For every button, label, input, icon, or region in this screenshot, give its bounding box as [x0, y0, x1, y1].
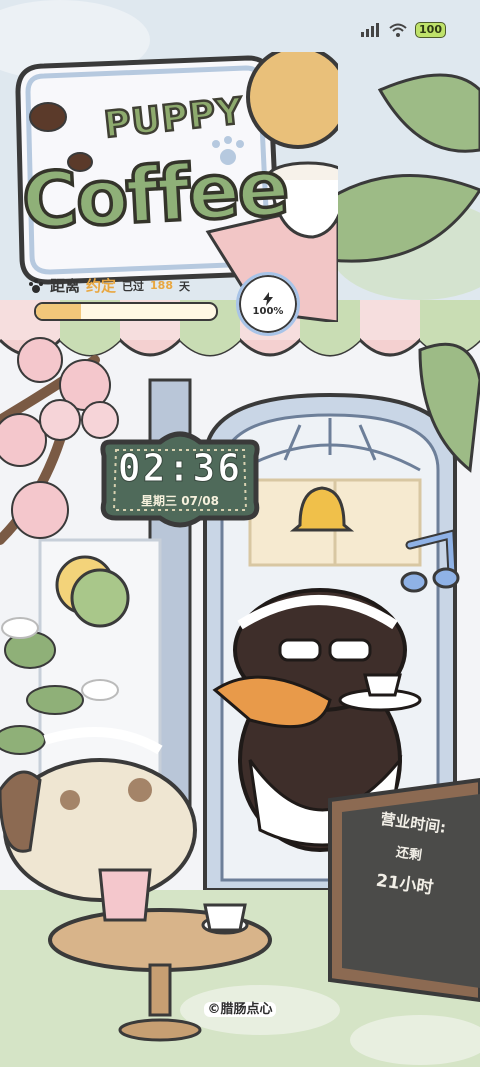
countdown-progress-fill: [36, 304, 81, 319]
battery-widget[interactable]: 100%: [236, 272, 300, 336]
status-bar: 100: [361, 22, 446, 38]
lock-screen: 100 PUPPY Coffee 距离 约定 已过 188 天 100% 02:…: [0, 0, 480, 1067]
clock-time[interactable]: 02:36: [100, 446, 260, 491]
battery-percent: 100%: [252, 305, 284, 317]
credit-text: ©腊肠点心: [204, 1002, 276, 1017]
countdown-number: 188: [150, 279, 173, 292]
chalkboard-text: 营业时间: 还剩 21小时: [339, 803, 479, 903]
battery-icon: 100: [415, 22, 446, 38]
credit-label: ©腊肠点心: [0, 998, 480, 1017]
paw-icon: [29, 278, 43, 293]
lightning-icon: [263, 291, 273, 306]
countdown-highlight: 约定: [86, 277, 117, 295]
pretzel-icon: [246, 52, 338, 149]
countdown-suffix: 天: [179, 279, 190, 293]
countdown-label: 距离 约定 已过 188 天: [28, 275, 190, 296]
clock-date: 星期三 07/08: [141, 494, 219, 508]
countdown-prefix: 距离: [50, 277, 81, 295]
title-coffee: Coffee: [18, 141, 291, 247]
wifi-icon: [389, 23, 407, 37]
signal-icon: [361, 23, 380, 37]
coffee-bean-icon: [29, 102, 67, 132]
countdown-progress-bar: [34, 302, 218, 321]
countdown-middle: 已过: [122, 279, 145, 293]
